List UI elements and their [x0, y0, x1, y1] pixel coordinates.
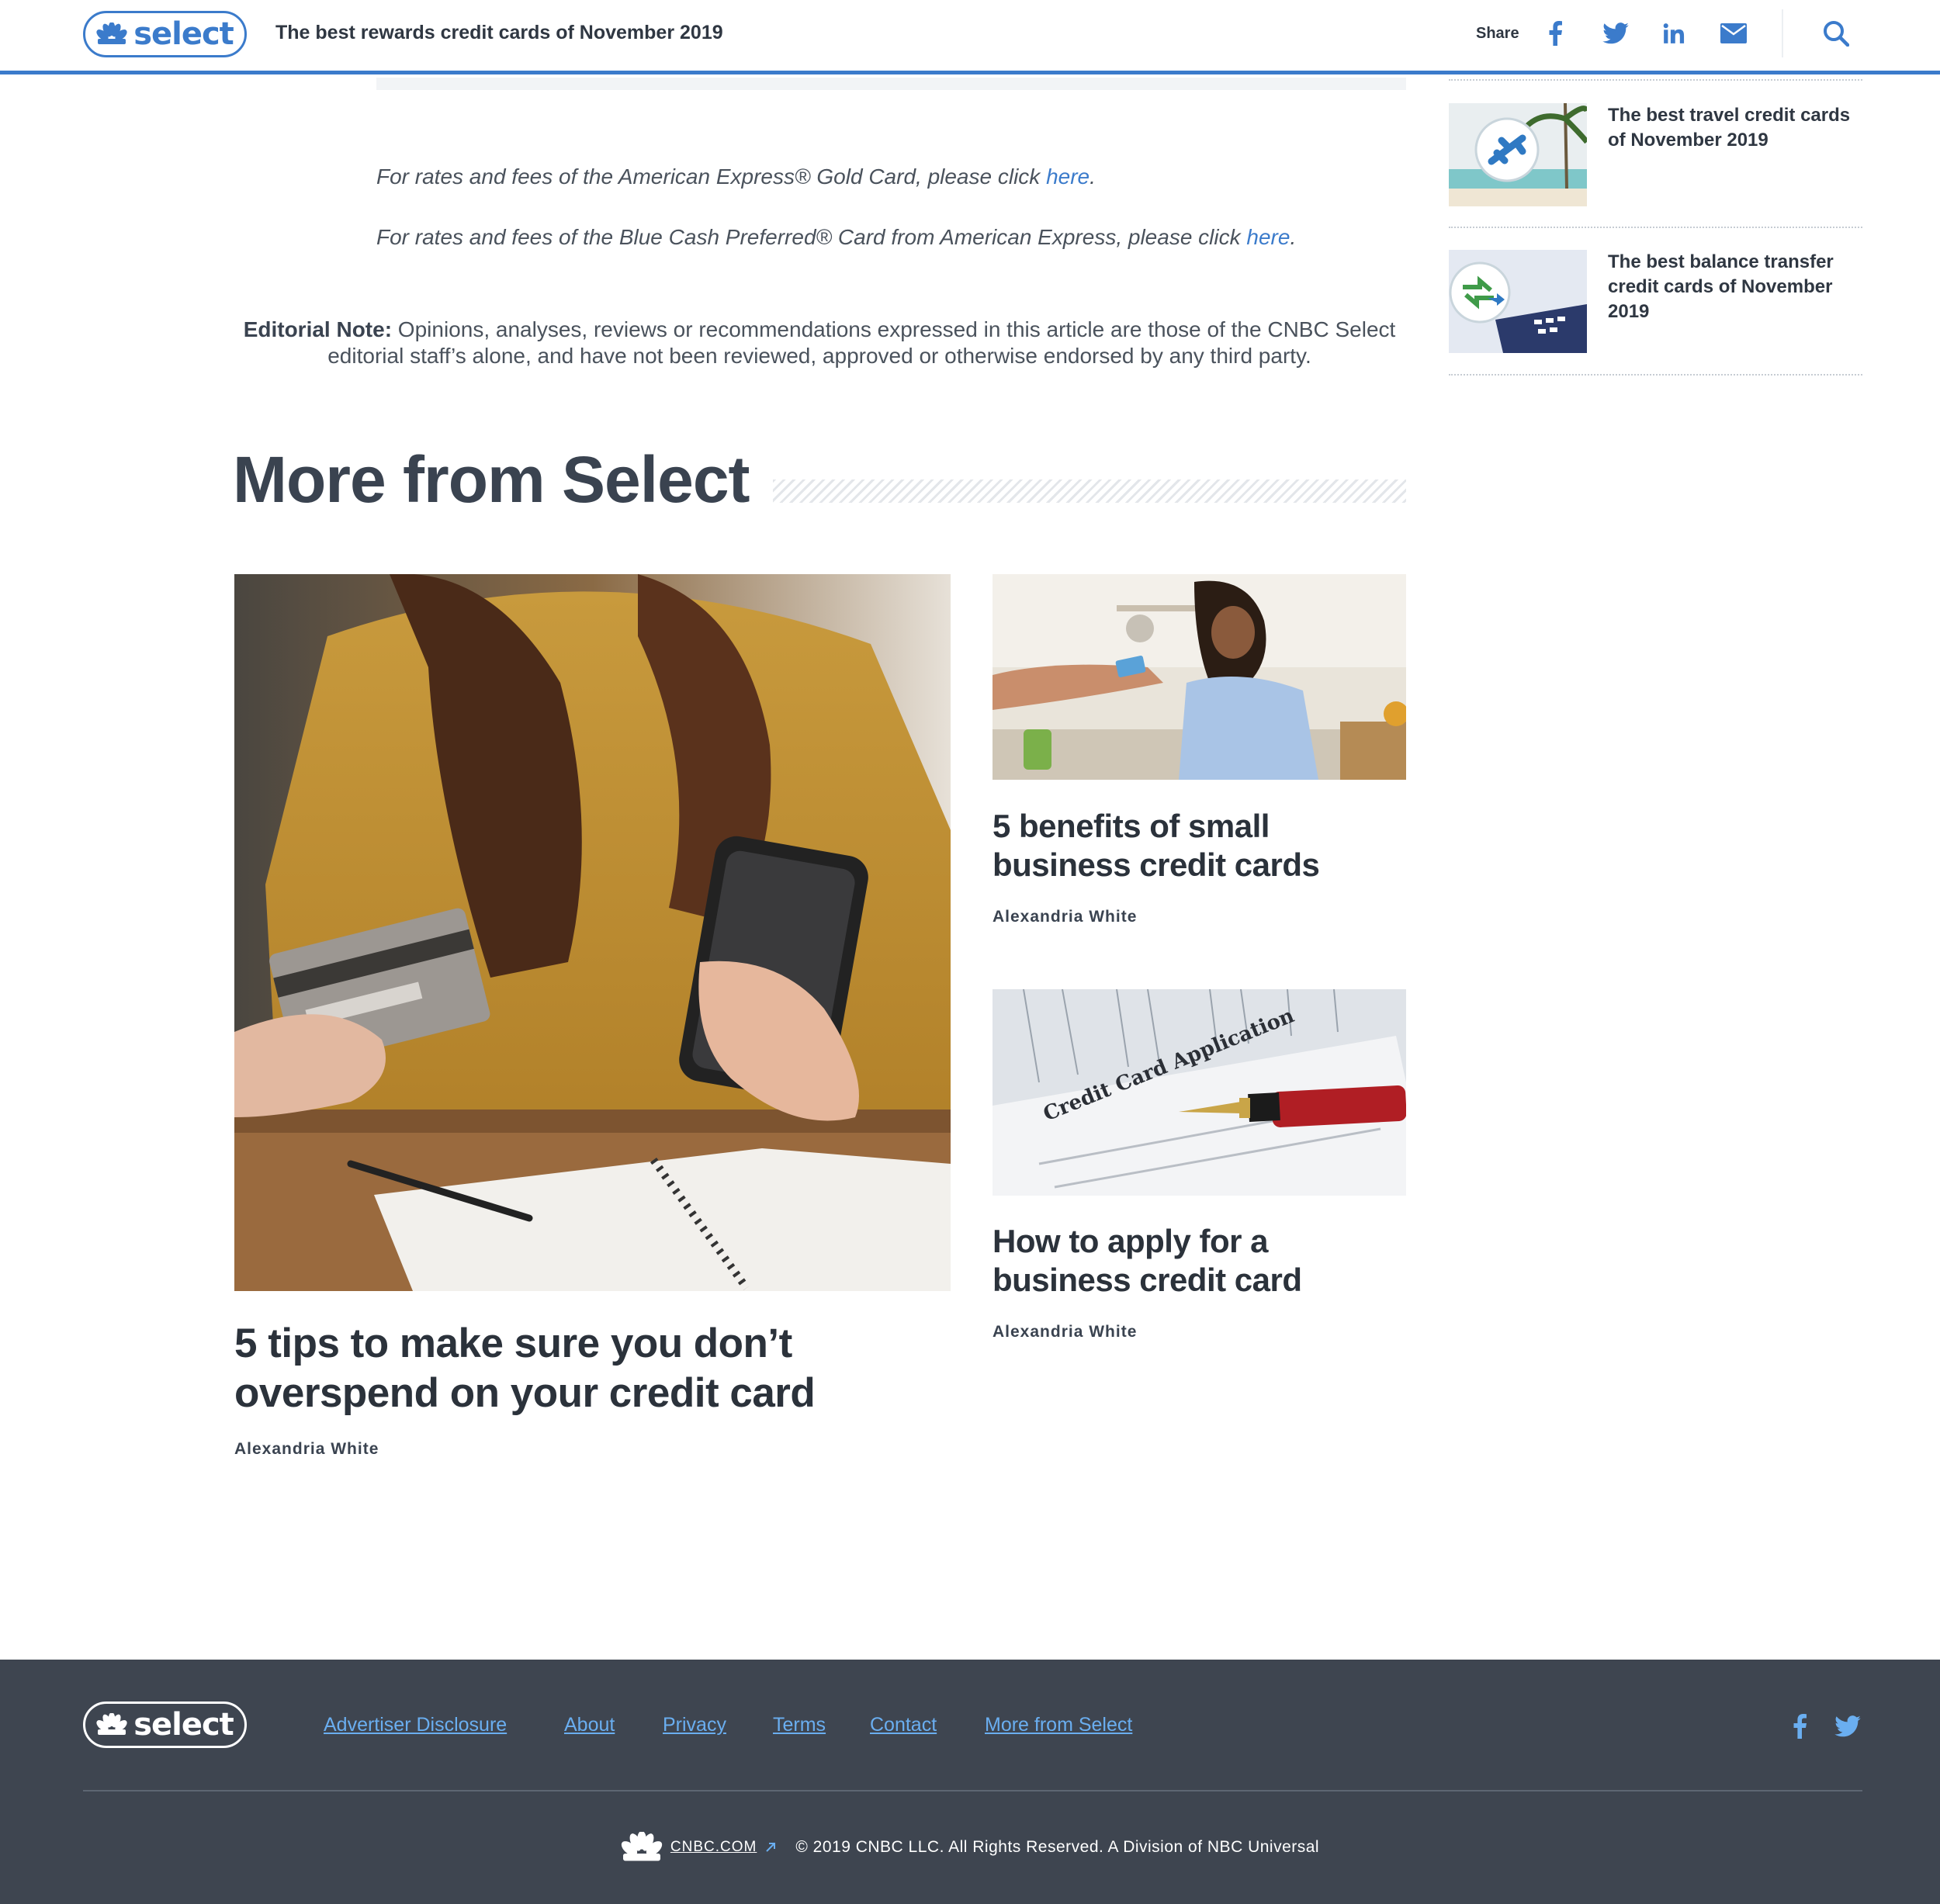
sidebar-divider [1449, 374, 1862, 376]
footer-bottom-bar: CNBC.COM © 2019 CNBC LLC. All Rights Res… [0, 1832, 1940, 1863]
cnbc-com-link[interactable]: CNBC.COM [621, 1832, 777, 1863]
rates-text: For rates and fees of the Blue Cash Pref… [376, 225, 1247, 249]
rates-text: For rates and fees of the American Expre… [376, 164, 1047, 189]
footer-facebook-icon[interactable] [1793, 1714, 1807, 1743]
main-article-title[interactable]: 5 tips to make sure you don’t overspend … [234, 1319, 933, 1418]
rates-link-gold[interactable]: here [1046, 164, 1090, 189]
rates-link-blue-cash[interactable]: here [1246, 225, 1290, 249]
small-business-article-image[interactable] [993, 574, 1406, 780]
sidebar-item-travel-cards[interactable]: The best travel credit cards of November… [1608, 103, 1856, 153]
rates-fees-gold: For rates and fees of the American Expre… [376, 164, 1096, 189]
footer-link-contact[interactable]: Contact [870, 1714, 937, 1736]
main-article-image[interactable] [234, 574, 951, 1291]
footer-twitter-icon[interactable] [1834, 1715, 1861, 1741]
search-icon[interactable] [1822, 20, 1850, 47]
footer-link-about[interactable]: About [564, 1714, 615, 1736]
apply-business-card-article-image[interactable]: Credit Card Application [993, 989, 1406, 1196]
sidebar-divider [1449, 227, 1862, 228]
footer-link-more-from-select[interactable]: More from Select [985, 1714, 1132, 1736]
main-article-author[interactable]: Alexandria White [234, 1440, 379, 1459]
rates-fees-blue-cash: For rates and fees of the Blue Cash Pref… [376, 225, 1296, 250]
share-label: Share [1476, 25, 1519, 42]
copyright-text: © 2019 CNBC LLC. All Rights Reserved. A … [795, 1838, 1320, 1856]
editorial-note-label: Editorial Note: [243, 317, 393, 341]
select-logo[interactable]: select [83, 11, 247, 57]
sidebar-item-balance-transfer-cards[interactable]: The best balance transfer credit cards o… [1608, 250, 1856, 324]
small-business-article-author[interactable]: Alexandria White [993, 908, 1137, 926]
sidebar-divider [1449, 79, 1862, 81]
facebook-icon[interactable] [1546, 20, 1564, 47]
peacock-icon [96, 1713, 127, 1735]
footer-logo-text: select [133, 1707, 234, 1743]
apply-business-card-article-author[interactable]: Alexandria White [993, 1323, 1137, 1341]
page-title: The best rewards credit cards of Novembe… [275, 22, 723, 43]
editorial-note-text: Opinions, analyses, reviews or recommend… [327, 317, 1396, 368]
logo-text: select [133, 16, 234, 52]
balance-transfer-thumbnail[interactable] [1449, 250, 1587, 353]
email-icon[interactable] [1720, 20, 1748, 47]
heading-hatch-decoration [773, 479, 1406, 503]
external-link-icon [766, 1843, 776, 1852]
rates-suffix: . [1290, 225, 1297, 249]
cnbc-com-label: CNBC.COM [670, 1839, 757, 1855]
editorial-note: Editorial Note: Opinions, analyses, revi… [233, 317, 1406, 369]
twitter-icon[interactable] [1602, 20, 1630, 47]
small-business-article-title[interactable]: 5 benefits of small business credit card… [993, 807, 1412, 884]
header-divider [1782, 9, 1783, 57]
travel-cards-thumbnail[interactable] [1449, 103, 1587, 206]
site-footer: select Advertiser Disclosure About Priva… [0, 1660, 1940, 1904]
peacock-icon [96, 23, 127, 44]
more-from-select-heading: More from Select [233, 443, 750, 516]
footer-divider [83, 1790, 1862, 1791]
footer-select-logo[interactable]: select [83, 1701, 247, 1748]
nbc-peacock-icon [621, 1832, 663, 1861]
footer-link-advertiser-disclosure[interactable]: Advertiser Disclosure [324, 1714, 507, 1736]
rates-suffix: . [1090, 164, 1096, 189]
apply-business-card-article-title[interactable]: How to apply for a business credit card [993, 1222, 1412, 1300]
table-bottom-strip [376, 78, 1406, 90]
footer-link-terms[interactable]: Terms [773, 1714, 826, 1736]
linkedin-icon[interactable] [1662, 20, 1685, 47]
site-header: select The best rewards credit cards of … [0, 0, 1940, 74]
footer-link-privacy[interactable]: Privacy [663, 1714, 726, 1736]
